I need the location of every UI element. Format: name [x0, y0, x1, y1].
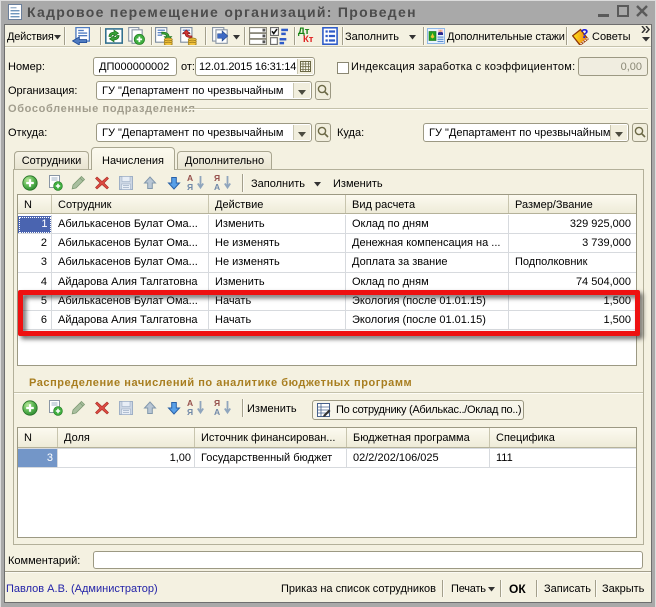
svg-text:?: ?: [581, 27, 589, 41]
